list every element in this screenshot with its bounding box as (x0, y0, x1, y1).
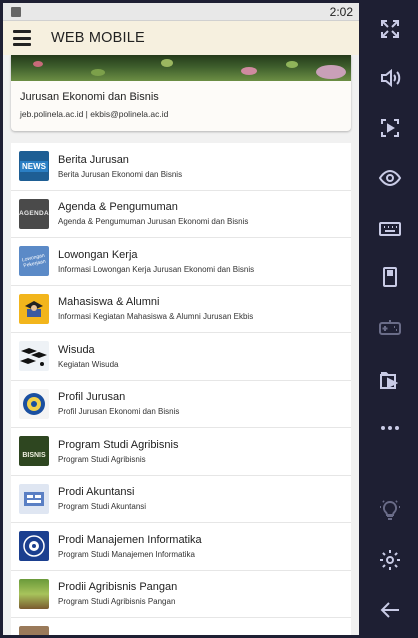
gamepad-icon[interactable] (376, 313, 404, 341)
app-title: WEB MOBILE (51, 30, 145, 46)
menu-item-partial[interactable] (11, 618, 351, 635)
eye-icon[interactable] (376, 164, 404, 192)
menu-item-title: Agenda & Pengumuman (58, 201, 178, 214)
menu-item-berita[interactable]: NEWS Berita Jurusan Berita Jurusan Ekono… (11, 143, 351, 191)
menu-item-title: Prodi Manajemen Informatika (58, 533, 202, 546)
agenda-icon: AGENDA (19, 198, 49, 229)
food-agribusiness-icon (19, 578, 49, 609)
menu-item-title: Prodii Agribisnis Pangan (58, 581, 178, 594)
partial-item-icon (19, 626, 49, 635)
app-bar: WEB MOBILE (3, 21, 359, 55)
menu-item-agribisnis[interactable]: BISNIS Program Studi Agribisnis Program … (11, 428, 351, 476)
department-header-card: Jurusan Ekonomi dan Bisnis jeb.polinela.… (11, 55, 351, 131)
menu-item-title: Lowongan Kerja (58, 248, 138, 261)
agribusiness-icon: BISNIS (19, 436, 49, 467)
menu-item-subtitle: Program Studi Manajemen Informatika (58, 549, 195, 559)
volume-icon[interactable] (376, 64, 404, 92)
status-bar: 2:02 (3, 3, 359, 21)
student-alumni-icon (19, 293, 49, 324)
menu-item-lowongan[interactable]: Lowongan Pekerjaan Lowongan Kerja Inform… (11, 238, 351, 286)
menu-item-profil[interactable]: Profil Jurusan Profil Jurusan Ekonomi da… (11, 380, 351, 428)
menu-item-subtitle: Program Studi Akuntansi (58, 502, 147, 512)
menu-item-mahasiswa[interactable]: Mahasiswa & Alumni Informasi Kegiatan Ma… (11, 285, 351, 333)
job-vacancy-icon: Lowongan Pekerjaan (19, 246, 49, 277)
department-contact: jeb.polinela.ac.id | ekbis@polinela.ac.i… (20, 109, 169, 119)
menu-item-subtitle: Informasi Kegiatan Mahasiswa & Alumni Ju… (58, 312, 254, 322)
emulator-sidebar (362, 0, 418, 638)
department-name: Jurusan Ekonomi dan Bisnis (20, 91, 159, 103)
menu-item-title: Program Studi Agribisnis (58, 438, 179, 451)
news-icon: NEWS (19, 151, 49, 182)
settings-icon[interactable] (376, 546, 404, 574)
notification-icon (11, 6, 21, 17)
device-screen: 2:02 WEB MOBILE Jurusan Ekonomi dan Bisn… (3, 3, 359, 635)
status-time: 2:02 (329, 4, 353, 19)
screenshot-icon[interactable] (376, 114, 404, 142)
fullscreen-icon[interactable] (376, 15, 404, 43)
menu-item-title: Profil Jurusan (58, 391, 126, 404)
menu-item-wisuda[interactable]: Wisuda Kegiatan Wisuda (11, 333, 351, 381)
back-arrow-icon[interactable] (376, 596, 404, 624)
keyboard-icon[interactable] (376, 214, 404, 242)
menu-item-subtitle: Program Studi Agribisnis (58, 454, 146, 464)
department-logo-icon (19, 388, 49, 419)
menu-item-subtitle: Program Studi Agribisnis Pangan (58, 597, 176, 607)
menu-item-title: Prodi Akuntansi (58, 486, 135, 499)
menu-item-agribisnis-pangan[interactable]: Prodii Agribisnis Pangan Program Studi A… (11, 570, 351, 618)
graduation-icon (19, 341, 49, 372)
menu-item-subtitle: Kegiatan Wisuda (58, 359, 119, 369)
menu-item-subtitle: Informasi Lowongan Kerja Jurusan Ekonomi… (58, 264, 255, 274)
menu-item-title: Mahasiswa & Alumni (58, 296, 160, 309)
informatics-icon (19, 531, 49, 562)
menu-item-subtitle: Berita Jurusan Ekonomi dan Bisnis (58, 169, 183, 179)
main-content[interactable]: Jurusan Ekonomi dan Bisnis jeb.polinela.… (3, 55, 359, 635)
menu-item-title: Wisuda (58, 343, 95, 356)
banner-image (11, 55, 351, 81)
media-folder-icon[interactable] (376, 365, 404, 393)
menu-item-akuntansi[interactable]: Prodi Akuntansi Program Studi Akuntansi (11, 475, 351, 523)
accounting-icon (19, 483, 49, 514)
menu-list: NEWS Berita Jurusan Berita Jurusan Ekono… (11, 143, 351, 635)
menu-item-manajemen-informatika[interactable]: Prodi Manajemen Informatika Program Stud… (11, 523, 351, 571)
light-bulb-icon[interactable] (376, 496, 404, 524)
menu-item-subtitle: Agenda & Pengumuman Jurusan Ekonomi dan … (58, 217, 249, 227)
phone-rotate-icon[interactable] (376, 263, 404, 291)
menu-item-title: Berita Jurusan (58, 153, 129, 166)
menu-item-subtitle: Profil Jurusan Ekonomi dan Bisnis (58, 407, 180, 417)
more-icon[interactable] (376, 414, 404, 442)
menu-item-agenda[interactable]: AGENDA Agenda & Pengumuman Agenda & Peng… (11, 190, 351, 238)
hamburger-menu-icon[interactable] (13, 30, 31, 46)
